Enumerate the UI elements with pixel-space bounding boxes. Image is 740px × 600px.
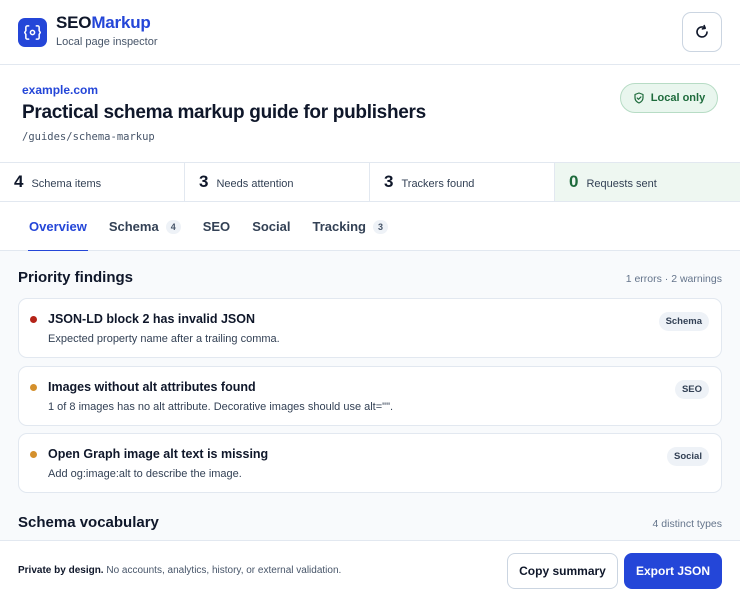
stat-label: Needs attention: [216, 177, 294, 190]
stat-schema-items: 4 Schema items: [0, 163, 185, 201]
finding-description: Add og:image:alt to describe the image.: [48, 468, 242, 480]
tab-count-badge: 4: [165, 219, 181, 234]
stat-needs-attention: 3 Needs attention: [185, 163, 370, 201]
tab-schema[interactable]: Schema 4: [98, 202, 192, 251]
tab-tracking[interactable]: Tracking 3: [301, 202, 398, 251]
warning-dot: [30, 384, 37, 391]
app-logo: [18, 18, 47, 47]
finding-tag: Schema: [658, 312, 709, 331]
finding-title: JSON-LD block 2 has invalid JSON: [48, 312, 256, 326]
tab-overview[interactable]: Overview: [18, 202, 98, 252]
finding-description: Expected property name after a trailing …: [48, 333, 280, 345]
app-name-accent: Markup: [91, 13, 151, 32]
stat-label: Trackers found: [401, 177, 475, 190]
privacy-note: Private by design. No accounts, analytic…: [18, 565, 341, 576]
stat-value: 3: [384, 172, 394, 191]
page-domain: example.com: [22, 83, 99, 97]
app-subtitle: Local page inspector: [56, 36, 158, 48]
stat-label: Requests sent: [586, 177, 657, 190]
main-content[interactable]: Priority findings 1 errors · 2 warnings …: [0, 251, 740, 540]
page-info: example.com Practical schema markup guid…: [0, 65, 740, 163]
stat-label: Schema items: [31, 177, 102, 190]
tab-label: Tracking: [312, 219, 366, 234]
refresh-button[interactable]: [682, 12, 722, 52]
stat-value: 0: [569, 172, 579, 191]
privacy-bold: Private by design.: [18, 565, 104, 576]
finding-title: Open Graph image alt text is missing: [48, 447, 269, 461]
stat-value: 4: [14, 172, 24, 191]
tab-bar: Overview Schema 4 SEO Social Tracking 3: [0, 202, 740, 252]
distinct-types-count: 4 distinct types: [652, 518, 722, 530]
footer-bar: Private by design. No accounts, analytic…: [0, 540, 740, 600]
privacy-text: No accounts, analytics, history, or exte…: [106, 565, 342, 576]
finding-title: Images without alt attributes found: [48, 380, 256, 394]
tab-label: Social: [252, 219, 291, 234]
tab-seo[interactable]: SEO: [192, 202, 241, 251]
app-name-prefix: SEO: [56, 13, 92, 32]
stat-trackers-found: 3 Trackers found: [370, 163, 555, 201]
shield-check-icon: [634, 92, 644, 104]
warning-dot: [30, 451, 37, 458]
tab-label: Overview: [29, 219, 87, 234]
finding-card[interactable]: JSON-LD block 2 has invalid JSON Expecte…: [18, 298, 722, 358]
finding-tag: Social: [667, 447, 709, 466]
copy-summary-button[interactable]: Copy summary: [507, 553, 618, 589]
tab-count-badge: 3: [372, 219, 388, 234]
local-only-label: Local only: [650, 92, 706, 104]
tab-label: Schema: [108, 219, 159, 234]
export-json-button[interactable]: Export JSON: [624, 553, 722, 589]
app-name: SEOMarkup: [56, 13, 151, 33]
finding-description: 1 of 8 images has no alt attribute. Deco…: [48, 401, 394, 413]
finding-card[interactable]: Open Graph image alt text is missing Add…: [18, 433, 722, 493]
finding-tag: SEO: [674, 380, 709, 399]
tab-social[interactable]: Social: [241, 202, 301, 251]
braces-icon: [23, 25, 42, 40]
tab-label: SEO: [202, 219, 231, 234]
error-dot: [30, 316, 37, 323]
refresh-icon: [696, 24, 708, 38]
schema-vocabulary-title: Schema vocabulary: [18, 514, 159, 531]
findings-count: 1 errors · 2 warnings: [625, 273, 722, 285]
page-title: Practical schema markup guide for publis…: [22, 102, 426, 123]
app-header: SEOMarkup Local page inspector: [0, 0, 740, 65]
priority-findings-title: Priority findings: [18, 269, 134, 286]
page-path: /guides/schema-markup: [22, 131, 155, 143]
stat-requests-sent: 0 Requests sent: [555, 163, 740, 201]
stat-value: 3: [199, 172, 209, 191]
local-only-badge: Local only: [620, 83, 718, 113]
finding-card[interactable]: Images without alt attributes found 1 of…: [18, 366, 722, 426]
stats-bar: 4 Schema items 3 Needs attention 3 Track…: [0, 163, 740, 202]
